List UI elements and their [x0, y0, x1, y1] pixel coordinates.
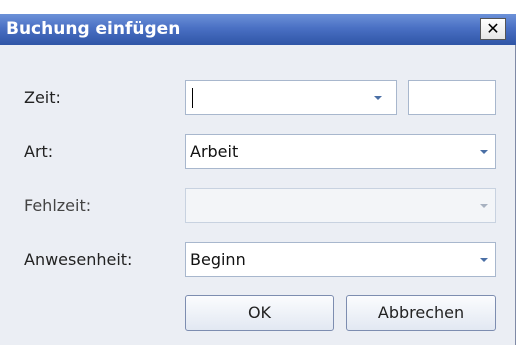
anwesenheit-combobox[interactable]: Beginn: [185, 242, 496, 277]
close-icon: ✕: [486, 19, 500, 38]
ok-button[interactable]: OK: [185, 295, 334, 331]
dialog-titlebar[interactable]: Buchung einfügen ✕: [0, 14, 516, 45]
anwesenheit-value: Beginn: [190, 250, 246, 269]
zeit-time-combobox[interactable]: [185, 80, 397, 115]
close-button[interactable]: ✕: [480, 18, 506, 40]
art-label: Art:: [24, 142, 54, 161]
zeit-extra-input[interactable]: [408, 80, 496, 115]
background-caption-strip: [0, 0, 516, 14]
art-value: Arbeit: [190, 142, 239, 161]
text-cursor: [192, 88, 193, 108]
zeit-label: Zeit:: [24, 88, 61, 107]
fehlzeit-combobox: [185, 188, 496, 223]
insert-booking-dialog: Buchung einfügen ✕ Zeit: Art: Arbeit Feh…: [0, 14, 516, 345]
art-combobox[interactable]: Arbeit: [185, 134, 496, 169]
anwesenheit-label: Anwesenheit:: [24, 250, 133, 269]
dialog-title: Buchung einfügen: [6, 19, 181, 39]
chevron-down-icon[interactable]: [374, 96, 382, 100]
chevron-down-icon[interactable]: [480, 258, 488, 262]
chevron-down-icon: [480, 204, 488, 208]
fehlzeit-label: Fehlzeit:: [24, 196, 92, 215]
cancel-button[interactable]: Abbrechen: [346, 295, 496, 331]
chevron-down-icon[interactable]: [480, 150, 488, 154]
